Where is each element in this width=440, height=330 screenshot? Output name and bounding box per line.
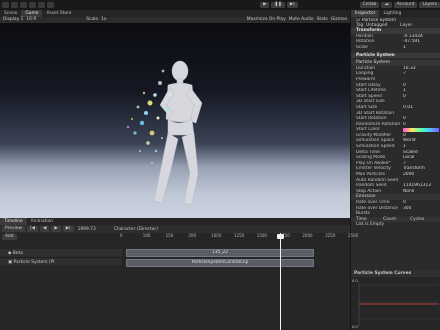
inspector-tabbar: Inspector Lighting <box>351 10 440 17</box>
ruler-tick-label: 100 <box>142 233 151 238</box>
director-label: Character (Director) <box>113 226 158 232</box>
preview-button[interactable]: Preview <box>2 226 26 232</box>
ruler-tick-label: 1000 <box>211 233 222 238</box>
ruler-tick-label: 0 <box>120 233 123 238</box>
particle-curves-panel: Particle System Curves 0.0 0.0 <box>350 270 440 330</box>
scene-tabbar: Scene Game Asset Store <box>0 10 350 17</box>
curves-graph[interactable] <box>351 277 440 330</box>
particle-system-component-header[interactable]: Particle System <box>351 52 440 59</box>
property-value[interactable]: None <box>403 189 414 195</box>
track-beta[interactable]: ◆ Beta <box>0 249 122 258</box>
emission-value[interactable]: 300 <box>403 206 411 212</box>
start-color-gradient[interactable] <box>403 128 439 133</box>
inspector-panel: Inspector Lighting ☑ Particle System Tag… <box>350 10 440 270</box>
play-button[interactable]: ▶ <box>260 2 270 8</box>
ruler-tick-label: 150 <box>165 233 174 238</box>
tab-inspector[interactable]: Inspector <box>351 10 380 17</box>
game-viewport[interactable] <box>0 23 350 218</box>
property-value[interactable]: ✓ <box>403 71 407 77</box>
add-track-button[interactable]: Add <box>2 234 17 240</box>
tab-scene[interactable]: Scene <box>0 10 21 17</box>
next-frame-icon[interactable]: ▶| <box>62 226 74 232</box>
ruler-tick-label: 2000 <box>302 233 313 238</box>
curves-y-bottom: 0.0 <box>352 325 358 329</box>
scale-row: Scale 1 <box>356 44 406 51</box>
curves-y-top: 0.0 <box>352 279 358 283</box>
cloud-icon[interactable]: ☁ <box>381 2 392 8</box>
layers-button[interactable]: Layers <box>419 2 440 8</box>
timeline-play-icon[interactable]: ▶ <box>51 226 61 232</box>
timeline-ruler[interactable]: 0 100 150 200 1000 1250 1500 1750 2000 2250 2500 <box>120 233 358 243</box>
ruler-tick-label: 2250 <box>325 233 336 238</box>
pause-button[interactable]: ❚❚ <box>271 2 285 8</box>
curves-title: Particle System Curves <box>351 270 440 277</box>
playhead-handle[interactable] <box>277 234 284 239</box>
emission-module-rows: Rate over Time 0 Rate over Distance 300 <box>351 200 440 211</box>
tab-lighting[interactable]: Lighting <box>379 10 405 17</box>
clip-particle-system-control[interactable]: ParticleSystemControlClip <box>126 259 314 267</box>
collab-button[interactable]: Collab <box>359 2 380 8</box>
hand-tool-icon[interactable] <box>2 2 9 8</box>
timeline-panel: Timeline Animation Preview |◀ ◀ ▶ ▶| 199… <box>0 218 358 330</box>
tab-timeline[interactable]: Timeline <box>0 218 27 225</box>
scale-tool-icon[interactable] <box>29 2 36 8</box>
tab-asset-store[interactable]: Asset Store <box>42 10 75 17</box>
track-particle-system[interactable]: ▣ Particle System (Pl <box>0 258 122 267</box>
bursts-empty-text: List is Empty <box>356 222 385 228</box>
track-list: ◆ Beta ▣ Particle System (Pl <box>0 249 122 267</box>
scale-x-field[interactable]: 1 <box>403 45 406 51</box>
playhead[interactable] <box>280 233 281 330</box>
property-value[interactable]: 0.01 <box>403 105 413 111</box>
frame-counter[interactable]: 1999.73 <box>78 227 96 232</box>
timeline-toolbar: Preview |◀ ◀ ▶ ▶| 1999.73 Character (Dir… <box>0 225 350 233</box>
rect-tool-icon[interactable] <box>38 2 45 8</box>
tab-game[interactable]: Game <box>21 10 43 17</box>
move-tool-icon[interactable] <box>11 2 18 8</box>
property-value[interactable]: 2000 <box>403 172 414 178</box>
goto-start-icon[interactable]: |◀ <box>27 226 38 232</box>
scene-render <box>126 60 203 206</box>
rotate-tool-icon[interactable] <box>20 2 27 8</box>
ruler-tick-label: 1250 <box>234 233 245 238</box>
main-toolbar: ▶ ❚❚ ▶| Collab ☁ Account Layers <box>0 0 440 10</box>
main-module-rows: Duration 10.33 Looping ✓ Prewarm Start Delay 0… <box>351 66 440 195</box>
ruler-tick-label: 2500 <box>348 233 359 238</box>
ruler-tick-label: 1500 <box>256 233 267 238</box>
property-value[interactable]: 0 <box>403 94 406 100</box>
ruler-tick-label: 200 <box>188 233 197 238</box>
prev-frame-icon[interactable]: ◀ <box>39 226 50 232</box>
property-value[interactable]: 0 <box>403 122 406 128</box>
tab-animation[interactable]: Animation <box>27 218 57 225</box>
account-button[interactable]: Account <box>393 2 418 8</box>
clip-135-22[interactable]: 135_22 <box>126 249 314 257</box>
timeline-tabbar: Timeline Animation <box>0 218 350 225</box>
transform-tool-icon[interactable] <box>47 2 54 8</box>
step-button[interactable]: ▶| <box>286 2 298 8</box>
